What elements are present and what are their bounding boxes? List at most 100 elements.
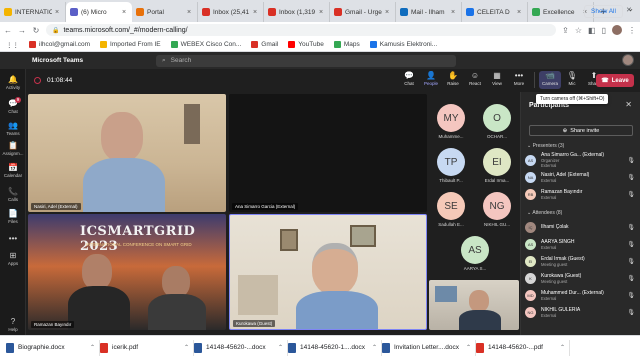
mic-muted-icon[interactable]: 🎙 (627, 258, 635, 265)
participant-row[interactable]: İÇ İlhami Çolak 🎙 (525, 219, 635, 235)
bookmark-item[interactable]: Imported From IE (100, 41, 161, 48)
video-tile-ana[interactable]: Ana Simarro Garcia (External) (229, 94, 427, 212)
reload-icon[interactable]: ↻ (32, 26, 40, 35)
browser-tab[interactable]: Mail - İlham × (396, 2, 462, 22)
close-icon[interactable]: × (253, 9, 259, 16)
share-invite-button[interactable]: ⊕ Share invite (529, 125, 633, 136)
download-item[interactable]: 14148-45620-...pdf ⌃ (476, 339, 570, 356)
chevron-up-icon[interactable]: ⌃ (278, 344, 283, 351)
rail-item-help[interactable]: ? Help (0, 317, 26, 332)
participant-avatar-tile[interactable]: NG NIKHIL GU... (482, 192, 512, 227)
participant-avatar-tile[interactable]: MY Muhamme... (436, 104, 466, 139)
close-icon[interactable]: × (451, 9, 457, 16)
back-icon[interactable]: ← (4, 26, 12, 35)
react-button[interactable]: ☺ React (464, 71, 486, 89)
participant-row[interactable]: K Kurokawa (Guest) Meeting guest 🎙 (525, 270, 635, 286)
rail-item-chat[interactable]: 💬 Chat 9 (0, 97, 26, 114)
extensions-icon[interactable]: ◧ (588, 26, 596, 35)
url-bar[interactable]: 🔒 teams.microsoft.com/_#/modern-calling/ (46, 24, 557, 36)
video-tile-room[interactable] (429, 280, 519, 330)
menu-icon[interactable]: ⋮ (628, 26, 636, 35)
bookmark-item[interactable]: Gmail (251, 41, 278, 48)
rail-item-calendar[interactable]: 📅 Calendar (0, 163, 26, 178)
bookmark-star-icon[interactable]: ☆ (575, 26, 582, 35)
bookmark-item[interactable]: ilhcol@gmail.com (29, 41, 90, 48)
participant-row[interactable]: EI Erdal Irmak (Guest) Meeting guest 🎙 (525, 253, 635, 269)
chevron-up-icon[interactable]: ⌃ (90, 344, 95, 351)
close-icon[interactable]: × (187, 9, 193, 16)
rail-item-files[interactable]: 📄 Files (0, 209, 26, 224)
chevron-up-icon[interactable]: ⌃ (466, 344, 471, 351)
participant-avatar-tile[interactable]: TP Thibault P... (436, 148, 466, 183)
video-tile-ramazan[interactable]: ICSMARTGRID 2023 INTERNATIONAL CONFERENC… (28, 214, 226, 330)
close-icon[interactable]: ✕ (625, 100, 632, 109)
participant-row[interactable]: MD Muhammed Dur... (External) External 🎙 (525, 287, 635, 303)
participant-avatar-tile[interactable]: EI Erdal Irma... (482, 148, 512, 183)
browser-tab[interactable]: Gmail - Urge × (330, 2, 396, 22)
download-item[interactable]: icerik.pdf ⌃ (100, 339, 194, 356)
search-input[interactable]: ⌕ Search (156, 54, 456, 67)
browser-tab[interactable]: Inbox (25,41 × (198, 2, 264, 22)
close-icon[interactable]: × (319, 9, 325, 16)
browser-tab[interactable]: CELEITA D × (462, 2, 528, 22)
participant-row[interactable]: AS Ana Simarro Ga... (External) Organizer E… (525, 152, 635, 168)
download-item[interactable]: 14148-45620-1....docx ⌃ (288, 339, 382, 356)
bookmark-item[interactable]: Kamusis Elektroni... (369, 41, 437, 48)
mic-muted-icon[interactable]: 🎙 (627, 224, 635, 231)
people-button[interactable]: 👤 People (420, 71, 442, 89)
show-all-button[interactable]: Show All (584, 5, 623, 18)
leave-button[interactable]: ☎ Leave (596, 74, 634, 87)
browser-tab[interactable]: Inbox (1,319 × (264, 2, 330, 22)
rail-item-teams[interactable]: 👥 Teams (0, 121, 26, 136)
rail-item-more[interactable]: ••• (0, 234, 26, 244)
mic-muted-icon[interactable]: 🎙 (627, 241, 635, 248)
share-page-icon[interactable]: ⇪ (562, 26, 569, 35)
participant-avatar-tile[interactable]: AS AARYA S... (460, 236, 490, 271)
participant-row[interactable]: NA Nasiri, Adel (External) External 🎙 (525, 169, 635, 185)
participant-avatar-tile[interactable]: SE Sadullah E... (436, 192, 466, 227)
view-button[interactable]: ▦ View (486, 71, 508, 89)
participant-row[interactable]: NG NIKHIL GULERIA External 🎙 (525, 304, 635, 320)
chevron-up-icon[interactable]: ⌃ (560, 344, 565, 351)
camera-button[interactable]: 📹 Camera (539, 71, 561, 89)
mic-button[interactable]: 🎙 Mic (561, 71, 583, 89)
browser-tab[interactable]: INTERNATIO × (0, 2, 66, 22)
rail-item-assignm[interactable]: 📋 Assignm... (0, 141, 26, 156)
download-item[interactable]: Invitation Letter....docx ⌃ (382, 339, 476, 356)
close-icon[interactable]: × (55, 9, 61, 16)
mic-muted-icon[interactable]: 🎙 (627, 309, 635, 316)
browser-tab[interactable]: Portal × (132, 2, 198, 22)
chat-button[interactable]: 💬 Chat (398, 71, 420, 89)
download-item[interactable]: 14148-45620-...docx ⌃ (194, 339, 288, 356)
video-tile-nasiri[interactable]: Nasiri, Adel (External) (28, 94, 226, 212)
rail-item-calls[interactable]: 📞 Calls (0, 187, 26, 202)
bookmark-item[interactable]: YouTube (288, 41, 324, 48)
my-avatar[interactable] (622, 54, 634, 66)
apps-grid-icon[interactable]: ⋮⋮ (6, 41, 19, 49)
forward-icon[interactable]: → (18, 26, 26, 35)
chevron-up-icon[interactable]: ⌃ (372, 344, 377, 351)
more-button[interactable]: ••• More (508, 71, 530, 89)
bookmark-item[interactable]: Maps (333, 41, 360, 48)
participant-avatar-tile[interactable]: O OCHAR... (482, 104, 512, 139)
close-icon[interactable]: × (385, 9, 391, 16)
video-tile-kurokawa[interactable]: Kurokawa (Guest) (229, 214, 427, 330)
attendees-header[interactable]: ⌄ Attendees (8) (527, 210, 562, 216)
mic-muted-icon[interactable]: 🎙 (627, 275, 635, 282)
browser-tab[interactable]: (6) Micro × (66, 2, 132, 22)
profile-avatar[interactable] (612, 25, 622, 35)
side-panel-icon[interactable]: ▯ (602, 26, 606, 35)
mic-muted-icon[interactable]: 🎙 (627, 174, 635, 181)
rail-item-activity[interactable]: 🔔 Activity (0, 75, 26, 90)
close-icon[interactable]: ✕ (626, 6, 632, 14)
mic-muted-icon[interactable]: 🎙 (627, 292, 635, 299)
close-icon[interactable]: × (517, 9, 523, 16)
participant-row[interactable]: AS AARYA SINGH External 🎙 (525, 236, 635, 252)
download-item[interactable]: Biographie.docx ⌃ (6, 339, 100, 356)
lock-icon[interactable]: 🔒 (52, 27, 59, 34)
mic-muted-icon[interactable]: 🎙 (627, 157, 635, 164)
mic-muted-icon[interactable]: 🎙 (627, 191, 635, 198)
rail-item-apps[interactable]: ⊞ Apps (0, 251, 26, 266)
raise-button[interactable]: ✋ Raise (442, 71, 464, 89)
participant-row[interactable]: RB Ramazan Bayındır External 🎙 (525, 186, 635, 202)
